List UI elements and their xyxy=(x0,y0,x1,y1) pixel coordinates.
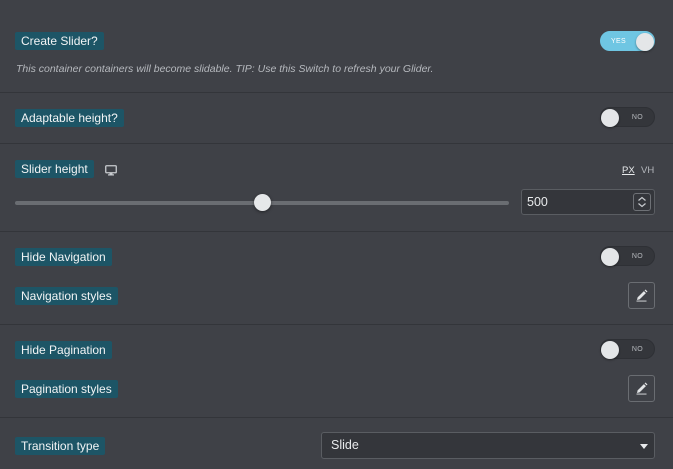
pencil-icon xyxy=(636,382,648,395)
toggle-state-text: NO xyxy=(631,346,643,353)
transition-type-select[interactable]: Slide xyxy=(321,432,655,459)
toggle-knob xyxy=(601,341,619,359)
unit-vh[interactable]: VH xyxy=(641,165,654,176)
hide-pagination-label: Hide Pagination xyxy=(15,341,112,359)
create-slider-label: Create Slider? xyxy=(15,32,104,50)
hide-navigation-toggle[interactable]: NO xyxy=(600,246,655,266)
number-spinner[interactable] xyxy=(633,193,651,211)
transition-type-label: Transition type xyxy=(15,437,106,455)
unit-px[interactable]: PX xyxy=(622,165,635,176)
slider-height-label: Slider height xyxy=(15,160,94,178)
divider xyxy=(0,324,673,325)
toggle-state-text: NO xyxy=(631,253,643,260)
pagination-styles-edit-button[interactable] xyxy=(628,375,655,402)
divider xyxy=(0,231,673,232)
divider xyxy=(0,417,673,418)
navigation-styles-edit-button[interactable] xyxy=(628,282,655,309)
toggle-knob xyxy=(636,33,654,51)
create-slider-description: This container containers will become sl… xyxy=(16,63,434,75)
transition-type-value: Slide xyxy=(331,438,359,452)
adaptable-height-toggle[interactable]: NO xyxy=(600,107,655,127)
desktop-icon[interactable] xyxy=(105,163,117,181)
navigation-styles-label: Navigation styles xyxy=(15,287,118,305)
slider-height-value: 500 xyxy=(527,195,548,209)
toggle-knob xyxy=(601,109,619,127)
create-slider-toggle[interactable]: YES xyxy=(600,31,655,51)
pagination-styles-label: Pagination styles xyxy=(15,380,118,398)
divider xyxy=(0,92,673,93)
slider-handle[interactable] xyxy=(253,194,271,211)
toggle-state-text: YES xyxy=(611,38,626,45)
pencil-icon xyxy=(636,289,648,302)
toggle-knob xyxy=(601,248,619,266)
slider-height-input[interactable]: 500 xyxy=(521,189,655,215)
hide-pagination-toggle[interactable]: NO xyxy=(600,339,655,359)
hide-navigation-label: Hide Navigation xyxy=(15,248,112,266)
chevron-down-icon xyxy=(640,444,648,449)
toggle-state-text: NO xyxy=(631,114,643,121)
divider xyxy=(0,143,673,144)
adaptable-height-label: Adaptable height? xyxy=(15,109,124,127)
